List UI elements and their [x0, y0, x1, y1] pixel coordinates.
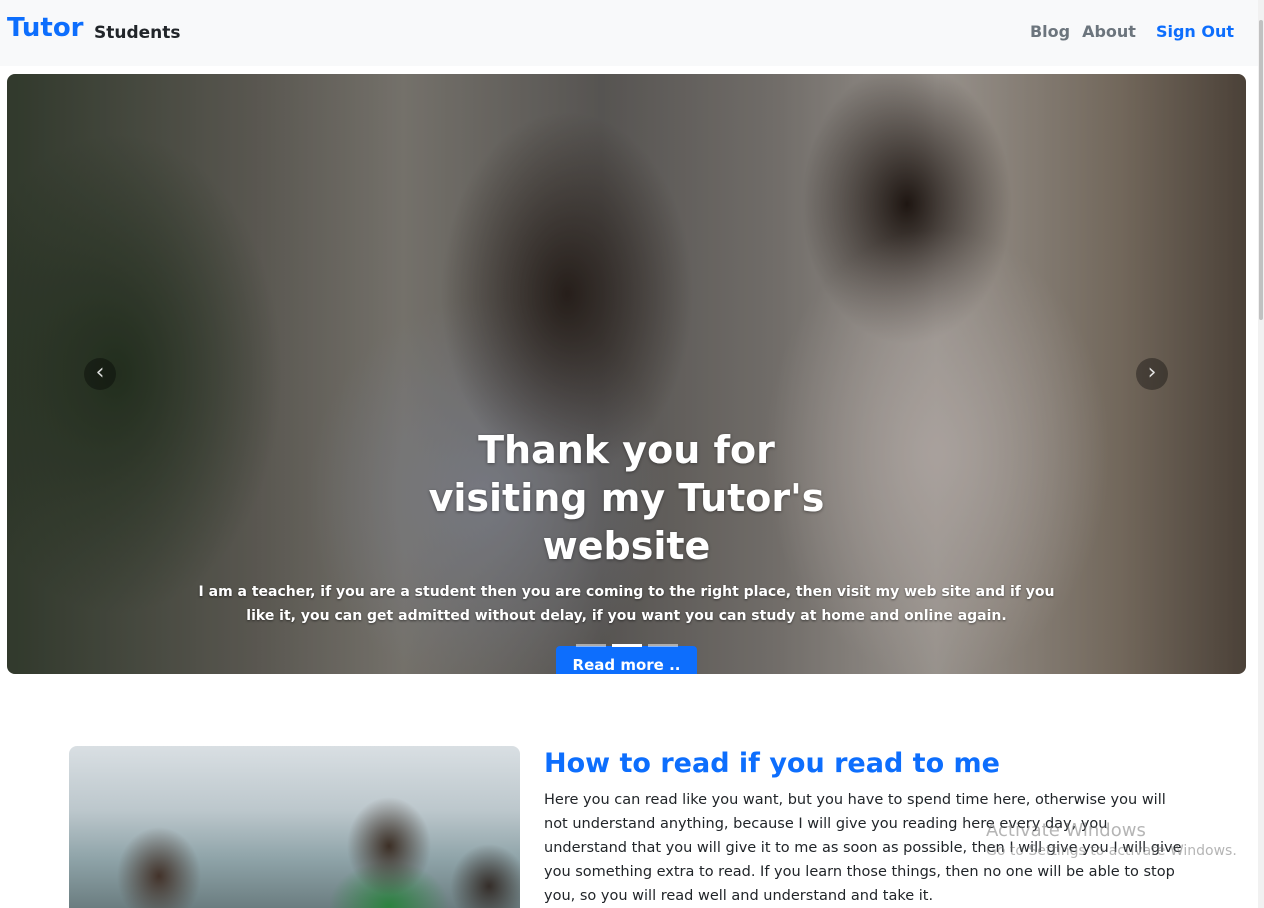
carousel-indicator-2[interactable] [612, 644, 642, 647]
nav-blog[interactable]: Blog [1030, 22, 1070, 41]
nav-about[interactable]: About [1082, 22, 1136, 41]
carousel-description: I am a teacher, if you are a student the… [198, 584, 1055, 624]
scrollbar-thumb[interactable] [1259, 20, 1263, 320]
carousel-indicator-1[interactable] [576, 644, 606, 647]
feature-title: How to read if you read to me [544, 748, 1000, 779]
brand-logo[interactable]: Tutor [7, 13, 84, 43]
nav-right: Blog About Sign Out [1018, 22, 1234, 41]
chevron-right-icon: › [1147, 360, 1157, 385]
sign-out-link[interactable]: Sign Out [1156, 22, 1234, 41]
carousel-next-button[interactable]: › [1136, 358, 1168, 390]
nav-students[interactable]: Students [94, 23, 181, 43]
watermark-line-2: Go to Settings to activate Windows. [986, 843, 1237, 859]
feature-image [69, 746, 520, 908]
navbar: Tutor Students Blog About Sign Out [0, 0, 1258, 66]
page-scrollbar[interactable] [1258, 0, 1264, 908]
carousel-caption: Thank you for visiting my Tutor's websit… [7, 426, 1246, 674]
windows-activation-watermark: Activate Windows Go to Settings to activ… [986, 820, 1237, 859]
carousel-prev-button[interactable]: ‹ [84, 358, 116, 390]
read-more-button[interactable]: Read more .. [555, 646, 698, 674]
watermark-line-1: Activate Windows [986, 820, 1146, 841]
hero-carousel: ‹ › Thank you for visiting my Tutor's we… [7, 74, 1246, 674]
carousel-title: Thank you for visiting my Tutor's websit… [428, 428, 825, 568]
carousel-indicator-3[interactable] [648, 644, 678, 647]
carousel-indicators [576, 644, 678, 647]
chevron-left-icon: ‹ [95, 360, 105, 385]
